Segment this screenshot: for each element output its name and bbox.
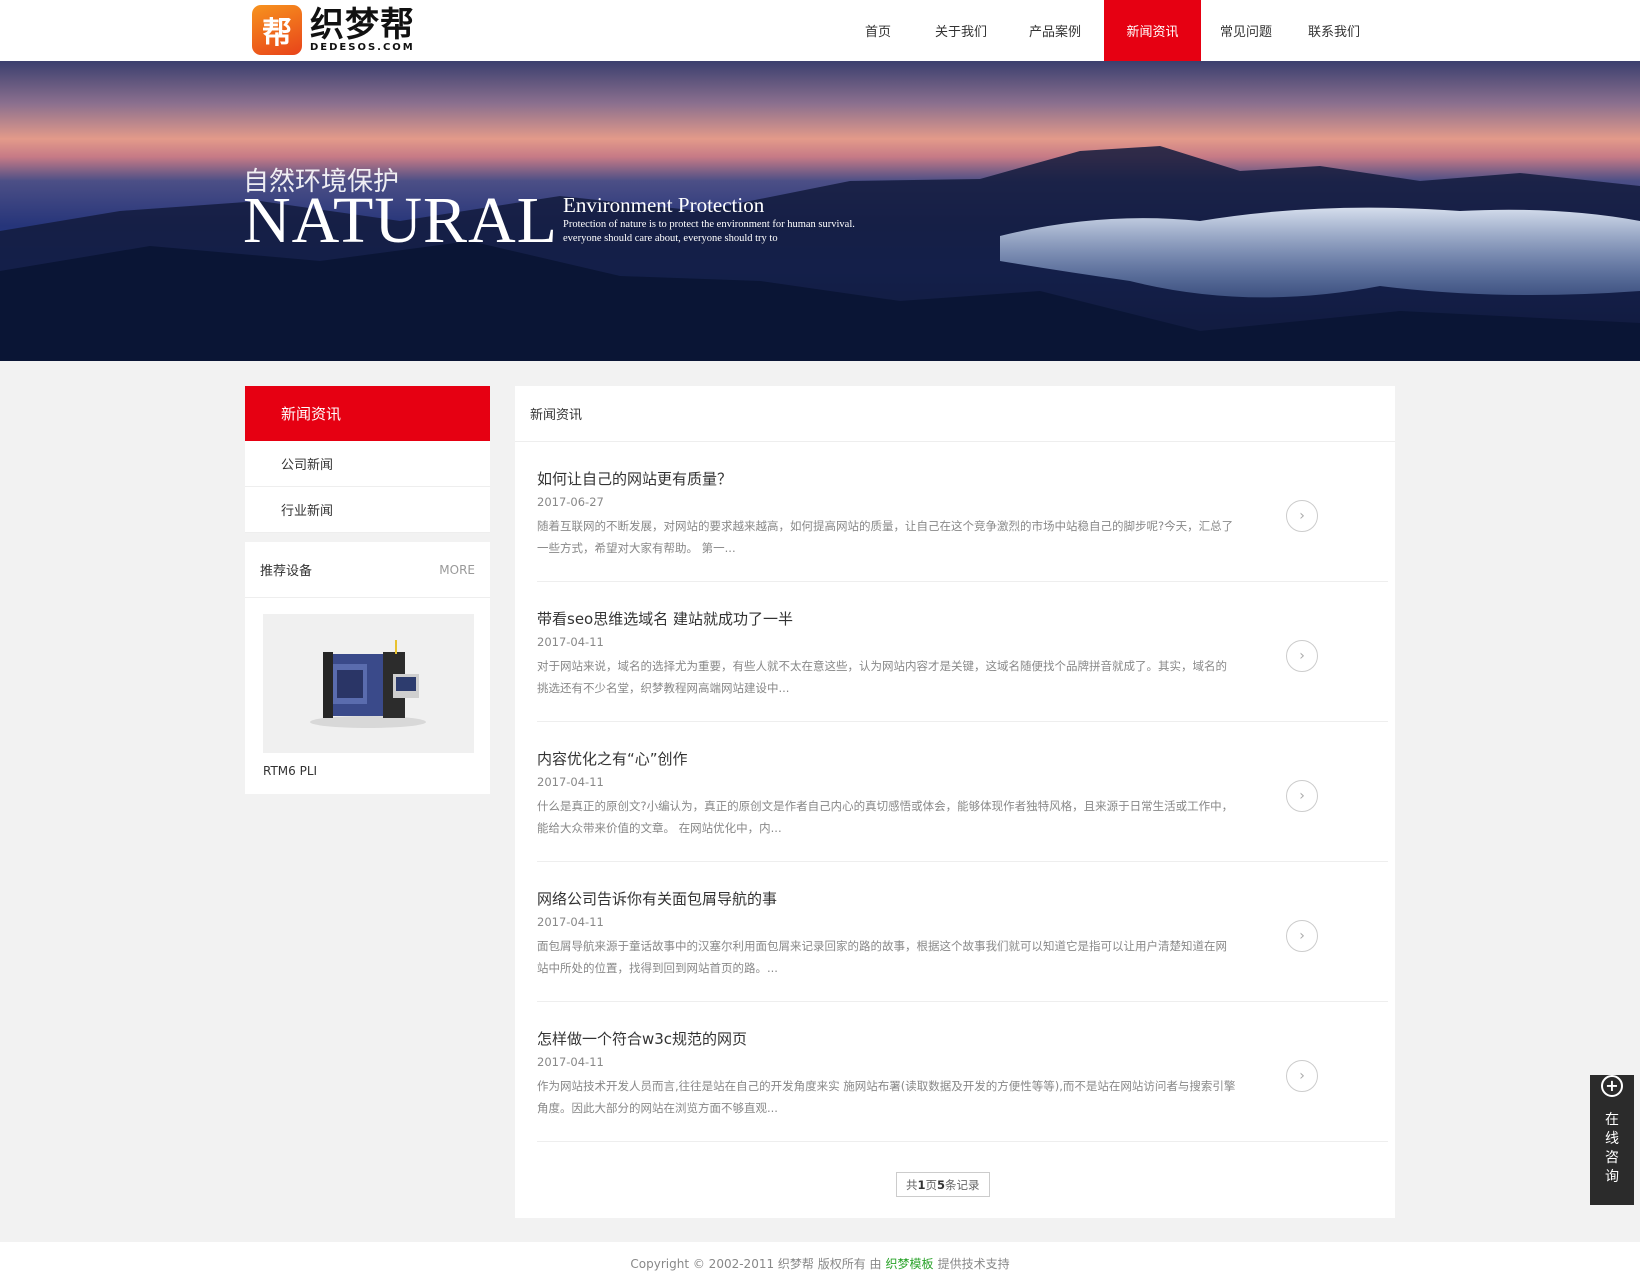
news-date: 2017-04-11	[537, 1055, 604, 1069]
consult-label: 在线咨询	[1605, 1112, 1619, 1185]
news-item: 如何让自己的网站更有质量？ 2017-06-27 随着互联网的不断发展，对网站的要求…	[537, 442, 1388, 582]
chevron-right-icon[interactable]: ›	[1286, 920, 1318, 952]
pagination-info: 共 1 页 5 条记录	[896, 1172, 990, 1197]
recommend-title: 推荐设备	[260, 564, 313, 579]
banner-title-big: NATURAL	[243, 184, 558, 257]
footer-support: 提供技术支持	[937, 1256, 1010, 1271]
nav-item-0[interactable]: 首页	[840, 0, 916, 61]
product-image[interactable]	[263, 614, 474, 753]
pager-pages: 1	[917, 1177, 926, 1192]
online-consult-button[interactable]: + 在线咨询	[1590, 1075, 1634, 1205]
main-nav: 首页 关于我们 产品案例 新闻资讯 常见问题 联系我们	[840, 0, 1377, 61]
sidebar-item-company-news[interactable]: 公司新闻	[245, 441, 490, 487]
news-title[interactable]: 内容优化之有“心”创作	[537, 748, 688, 769]
banner-description: Protection of nature is to protect the e…	[563, 219, 855, 244]
sidebar-categories: 新闻资讯 公司新闻 行业新闻	[245, 386, 490, 533]
chevron-right-icon[interactable]: ›	[1286, 780, 1318, 812]
nav-item-1[interactable]: 关于我们	[916, 0, 1006, 61]
sidebar-recommend: 推荐设备 MORE RTM6 PLI	[245, 542, 490, 794]
news-title[interactable]: 带看seo思维选域名 建站就成功了一半	[537, 608, 793, 629]
logo-en-text: DEDESOS.COM	[310, 42, 415, 53]
nav-item-3[interactable]: 新闻资讯	[1104, 0, 1201, 61]
plus-icon: +	[1601, 1075, 1623, 1097]
chevron-right-icon[interactable]: ›	[1286, 1060, 1318, 1092]
site-header: 帮 织梦帮 DEDESOS.COM 首页 关于我们 产品案例 新闻资讯 常见问题 联系我们	[0, 0, 1640, 61]
product-name[interactable]: RTM6 PLI	[263, 764, 317, 778]
news-summary: 作为网站技术开发人员而言,往往是站在自己的开发角度来实 施网站布署(读取数据及开…	[537, 1079, 1236, 1115]
logo-text: 织梦帮 DEDESOS.COM	[310, 7, 415, 53]
footer-copyright: Copyright © 2002-2011 织梦帮 版权所有 由	[630, 1256, 882, 1271]
news-summary: 随着互联网的不断发展，对网站的要求越来越高，如何提高网站的质量，让自己在这个竞争…	[537, 519, 1234, 555]
news-date: 2017-04-11	[537, 775, 604, 789]
pager-mid: 页	[925, 1177, 938, 1192]
news-item: 内容优化之有“心”创作 2017-04-11 什么是真正的原创文?小编认为，真正的原…	[537, 722, 1388, 862]
news-summary: 什么是真正的原创文?小编认为，真正的原创文是作者自己内心的真切感悟或体会，能够体…	[537, 799, 1234, 835]
nav-item-2[interactable]: 产品案例	[1006, 0, 1104, 61]
site-logo[interactable]: 帮 织梦帮 DEDESOS.COM	[252, 4, 415, 56]
more-link[interactable]: MORE	[439, 563, 475, 577]
news-item: 网络公司告诉你有关面包屑导航的事 2017-04-11 面包屑导航来源于童话故事中的…	[537, 862, 1388, 1002]
news-title[interactable]: 怎样做一个符合w3c规范的网页	[537, 1028, 747, 1049]
news-summary: 面包屑导航来源于童话故事中的汉塞尔利用面包屑来记录回家的路的故事，根据这个故事我…	[537, 939, 1227, 975]
news-title[interactable]: 网络公司告诉你有关面包屑导航的事	[537, 888, 777, 909]
news-list-panel: 新闻资讯 如何让自己的网站更有质量？ 2017-06-27 随着互联网的不断发展，对…	[515, 386, 1395, 1218]
pager-records: 5	[937, 1177, 946, 1192]
nav-item-5[interactable]: 联系我们	[1291, 0, 1377, 61]
footer-link[interactable]: 织梦模板	[886, 1255, 934, 1272]
news-item: 怎样做一个符合w3c规范的网页 2017-04-11 作为网站技术开发人员而言,往往…	[537, 1002, 1388, 1142]
news-item: 带看seo思维选域名 建站就成功了一半 2017-04-11 对于网站来说，域名的选…	[537, 582, 1388, 722]
hero-banner: 自然环境保护 NATURAL Environment Protection Pr…	[0, 61, 1640, 361]
news-title[interactable]: 如何让自己的网站更有质量？	[537, 468, 732, 489]
recommend-header: 推荐设备 MORE	[245, 542, 490, 598]
news-list-heading: 新闻资讯	[515, 386, 1395, 442]
news-summary: 对于网站来说，域名的选择尤为重要，有些人就不太在意这些，认为网站内容才是关键，这…	[537, 659, 1227, 695]
chevron-right-icon[interactable]: ›	[1286, 500, 1318, 532]
sidebar-item-industry-news[interactable]: 行业新闻	[245, 487, 490, 533]
pager-suffix: 条记录	[945, 1177, 980, 1192]
pager-prefix: 共	[906, 1177, 918, 1192]
cnc-machine-image	[310, 640, 426, 728]
news-date: 2017-04-11	[537, 635, 604, 649]
logo-badge-icon: 帮	[252, 5, 302, 55]
news-date: 2017-06-27	[537, 495, 604, 509]
banner-subtitle: Environment Protection	[563, 193, 765, 217]
chevron-right-icon[interactable]: ›	[1286, 640, 1318, 672]
news-date: 2017-04-11	[537, 915, 604, 929]
nav-item-4[interactable]: 常见问题	[1201, 0, 1291, 61]
site-footer: Copyright © 2002-2011 织梦帮 版权所有 由 织梦模板 提供…	[0, 1242, 1640, 1284]
logo-cn-text: 织梦帮	[310, 5, 415, 45]
sidebar-category-title: 新闻资讯	[245, 386, 490, 441]
